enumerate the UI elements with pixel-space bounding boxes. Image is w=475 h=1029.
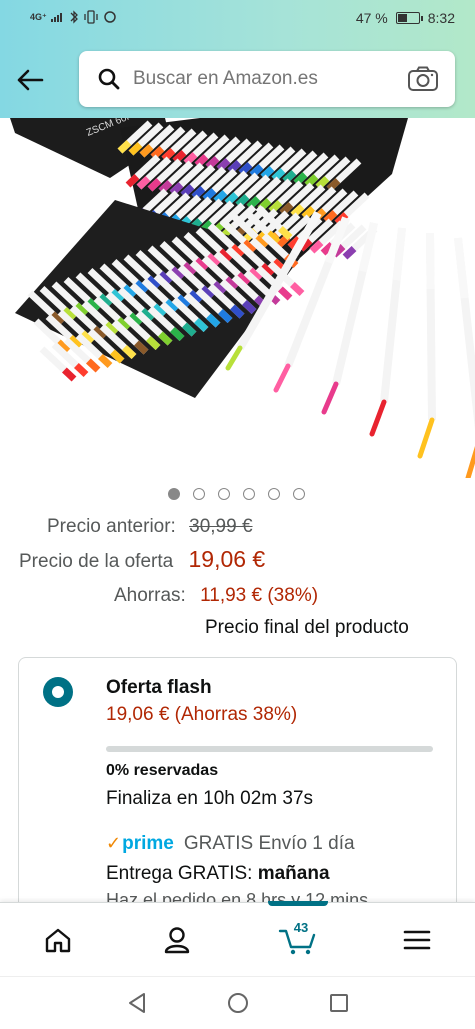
flash-deal-card[interactable]: Oferta flash 19,06 € (Ahorras 38%) 0% re… bbox=[18, 657, 457, 917]
savings-row: Ahorras: 11,93 € (38%) bbox=[114, 585, 318, 607]
status-icons-left: 4G⁺ bbox=[30, 10, 117, 24]
sync-icon bbox=[104, 11, 116, 23]
system-back-button[interactable] bbox=[125, 991, 149, 1015]
battery-icon bbox=[395, 12, 423, 24]
deal-title: Oferta flash bbox=[106, 677, 212, 698]
deal-price-value: 19,06 € bbox=[188, 546, 266, 572]
triangle-back-icon bbox=[129, 993, 145, 1013]
signal-icon bbox=[50, 13, 62, 22]
back-arrow-icon bbox=[17, 69, 44, 91]
delivery-line: Entrega GRATIS: mañana bbox=[106, 863, 330, 885]
brush-tip bbox=[465, 445, 475, 478]
search-bar[interactable] bbox=[79, 51, 455, 107]
search-icon[interactable] bbox=[91, 67, 127, 91]
nav-cart[interactable] bbox=[258, 903, 338, 977]
account-icon bbox=[164, 927, 190, 954]
system-recents-button[interactable] bbox=[327, 991, 351, 1015]
image-carousel-dots[interactable] bbox=[168, 488, 305, 500]
previous-price-row: Precio anterior: 30,99 € bbox=[47, 516, 253, 538]
carousel-dot[interactable] bbox=[193, 488, 205, 500]
marker-cap bbox=[62, 367, 77, 382]
marker-set-illustration: ZSCM 60PCS bbox=[10, 118, 475, 478]
prime-shipping-row: ✓ prime GRATIS Envío 1 día bbox=[106, 833, 355, 855]
reserved-progress-bar bbox=[106, 746, 433, 752]
back-button[interactable] bbox=[14, 64, 46, 96]
network-indicator: 4G⁺ bbox=[30, 11, 47, 22]
prime-shipping-text: GRATIS Envío 1 día bbox=[183, 833, 355, 854]
menu-icon bbox=[403, 930, 431, 950]
system-home-button[interactable] bbox=[226, 991, 250, 1015]
marker-cap bbox=[74, 362, 89, 378]
bluetooth-icon bbox=[70, 10, 78, 24]
marker-cap bbox=[86, 358, 101, 373]
deal-radio-button[interactable] bbox=[43, 677, 73, 707]
carousel-dot[interactable] bbox=[218, 488, 230, 500]
reserved-percent: 0% reservadas bbox=[106, 762, 219, 779]
carousel-dot[interactable] bbox=[268, 488, 280, 500]
deal-price-row: Precio de la oferta 19,06 € bbox=[19, 546, 265, 573]
marker-cap bbox=[290, 281, 305, 297]
camera-icon[interactable] bbox=[403, 66, 443, 92]
brush-tip bbox=[321, 381, 339, 415]
delivery-day: mañana bbox=[257, 863, 330, 884]
prime-label: prime bbox=[122, 833, 174, 854]
clock: 8:32 bbox=[427, 10, 455, 26]
circle-home-icon bbox=[228, 993, 248, 1013]
delivery-prefix: Entrega GRATIS: bbox=[106, 863, 253, 884]
app-header: 4G⁺ 47 % 8:32 bbox=[0, 0, 475, 118]
carousel-dot[interactable] bbox=[168, 488, 180, 500]
brush-tip bbox=[417, 417, 435, 459]
final-price-note: Precio final del producto bbox=[205, 617, 409, 638]
marker-cap bbox=[426, 232, 435, 290]
home-icon bbox=[45, 928, 71, 953]
marker-cap bbox=[392, 227, 406, 281]
savings-value: 11,93 € (38%) bbox=[200, 585, 319, 606]
square-recents-icon bbox=[330, 994, 348, 1012]
carousel-dot[interactable] bbox=[293, 488, 305, 500]
vibrate-icon bbox=[84, 10, 98, 24]
previous-price-label: Precio anterior: bbox=[47, 516, 176, 537]
bottom-navigation bbox=[0, 901, 475, 977]
brush-tip bbox=[369, 399, 387, 437]
nav-home[interactable] bbox=[18, 903, 98, 977]
nav-menu[interactable] bbox=[377, 903, 457, 977]
deal-price-label: Precio de la oferta bbox=[19, 551, 174, 572]
battery-percent: 47 % bbox=[355, 10, 388, 26]
cart-count-badge: 43 bbox=[293, 920, 309, 935]
brush-tip bbox=[273, 363, 291, 393]
marker-cap bbox=[98, 353, 113, 369]
marker-cap bbox=[454, 237, 469, 299]
nav-account[interactable] bbox=[137, 903, 217, 977]
savings-label: Ahorras: bbox=[114, 585, 186, 606]
status-bar: 4G⁺ 47 % 8:32 bbox=[0, 0, 475, 38]
prime-logo: ✓ prime bbox=[106, 833, 174, 855]
marker-cap bbox=[342, 246, 357, 260]
status-icons-right: 47 % 8:32 bbox=[356, 10, 455, 26]
carousel-dot[interactable] bbox=[243, 488, 255, 500]
search-input[interactable] bbox=[133, 68, 403, 90]
previous-price-value: 30,99 € bbox=[189, 516, 253, 537]
deal-price-line: 19,06 € (Ahorras 38%) bbox=[106, 704, 298, 725]
marker-cap bbox=[278, 286, 293, 301]
system-navigation-bar bbox=[0, 976, 475, 1029]
deal-countdown: Finaliza en 10h 02m 37s bbox=[106, 788, 314, 809]
prime-check-icon: ✓ bbox=[106, 833, 122, 853]
product-image[interactable]: ZSCM 60PCS bbox=[0, 118, 475, 478]
